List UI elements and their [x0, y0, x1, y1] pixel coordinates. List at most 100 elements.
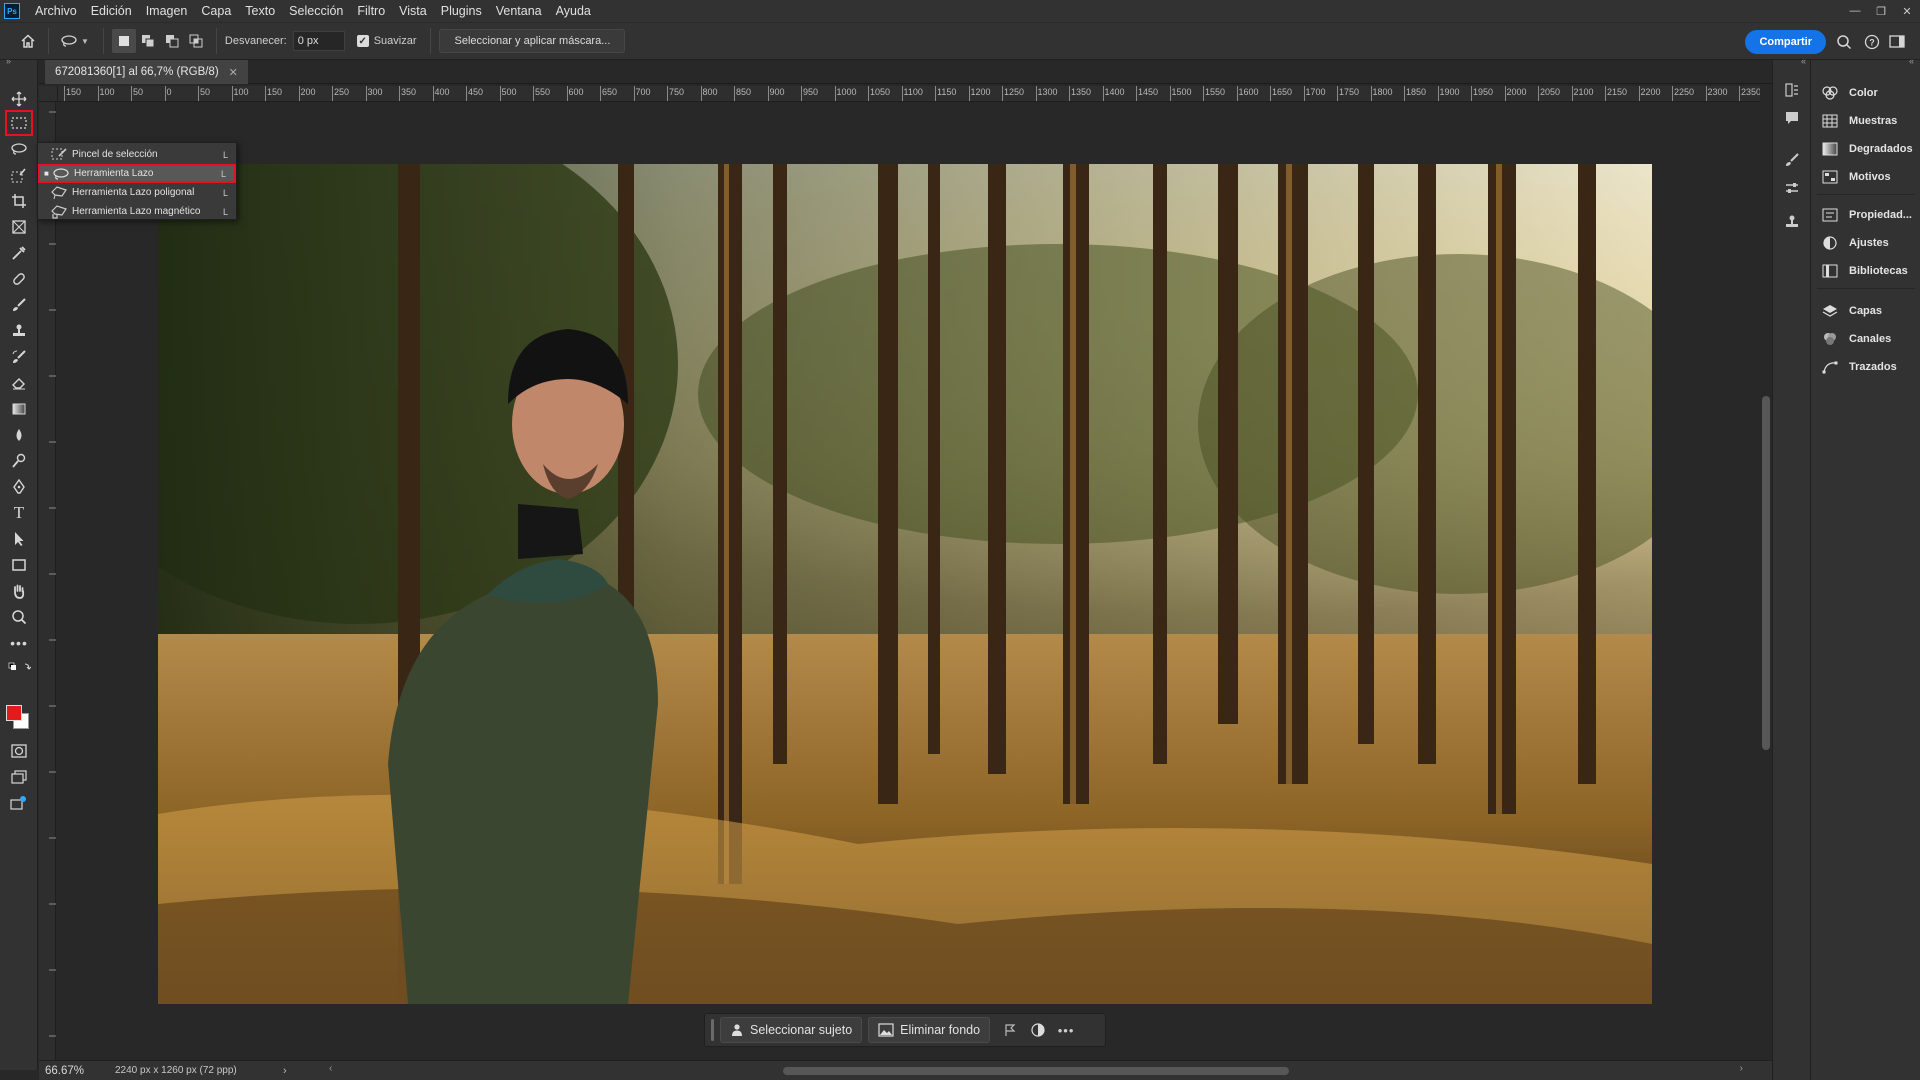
help-icon[interactable]: ?	[1862, 32, 1882, 52]
menu-vista[interactable]: Vista	[392, 0, 434, 22]
subtract-from-selection-icon[interactable]	[160, 29, 184, 53]
select-subject-button[interactable]: Seleccionar sujeto	[720, 1017, 863, 1043]
ruler-label: 50	[200, 87, 211, 97]
brush-tool-icon[interactable]	[7, 294, 31, 316]
panel-swatches[interactable]: Muestras	[1821, 111, 1897, 131]
flyout-item-magnetic-lasso[interactable]: Herramienta Lazo magnético L	[38, 202, 236, 221]
screen-mode-icon[interactable]	[7, 766, 31, 788]
menu-archivo[interactable]: Archivo	[28, 0, 84, 22]
feather-input[interactable]	[292, 31, 345, 51]
zoom-level[interactable]: 66.67%	[39, 1065, 101, 1077]
pin-taskbar-icon[interactable]	[996, 1017, 1024, 1043]
menu-capa[interactable]: Capa	[194, 0, 238, 22]
menu-plugins[interactable]: Plugins	[434, 0, 489, 22]
zoom-tool-icon[interactable]	[7, 606, 31, 628]
flyout-item-polygonal-lasso[interactable]: Herramienta Lazo poligonal L	[38, 183, 236, 202]
horizontal-scrollbar-thumb[interactable]	[783, 1067, 1289, 1075]
panel-paths[interactable]: Trazados	[1821, 357, 1897, 377]
vertical-scrollbar-thumb[interactable]	[1762, 396, 1770, 750]
default-colors-icon[interactable]	[7, 660, 31, 676]
flyout-item-lasso[interactable]: ■ Herramienta Lazo L	[38, 164, 236, 183]
menu-edicion[interactable]: Edición	[84, 0, 139, 22]
close-tab-icon[interactable]: ✕	[229, 66, 238, 79]
canvas-area[interactable]	[58, 102, 1760, 1060]
gradient-tool-icon[interactable]	[7, 398, 31, 420]
lasso-tool-preset-icon[interactable]	[57, 29, 81, 53]
document-image[interactable]	[158, 164, 1652, 1004]
quick-mask-icon[interactable]	[7, 740, 31, 762]
new-selection-icon[interactable]	[111, 29, 136, 53]
dodge-tool-icon[interactable]	[7, 450, 31, 472]
minimize-icon[interactable]: —	[1842, 0, 1868, 22]
horizontal-ruler[interactable]: 150 100 50 0 50 100 150 200 250 300 350 400 450 500 55…	[58, 86, 1760, 102]
history-brush-tool-icon[interactable]	[7, 346, 31, 368]
panel-adjustments[interactable]: Ajustes	[1821, 233, 1889, 253]
lasso-tool-icon[interactable]	[7, 138, 31, 160]
menu-filtro[interactable]: Filtro	[350, 0, 392, 22]
menu-ventana[interactable]: Ventana	[489, 0, 549, 22]
tool-presets-icon[interactable]	[1782, 178, 1802, 198]
menu-texto[interactable]: Texto	[238, 0, 282, 22]
collapse-toolbar-icon[interactable]: »	[6, 56, 11, 66]
eraser-tool-icon[interactable]	[7, 372, 31, 394]
eyedropper-tool-icon[interactable]	[7, 242, 31, 264]
menu-imagen[interactable]: Imagen	[139, 0, 195, 22]
antialias-checkbox[interactable]: ✓	[356, 35, 369, 47]
move-tool-icon[interactable]	[7, 88, 31, 110]
search-icon[interactable]	[1834, 32, 1854, 52]
object-selection-tool-icon[interactable]	[7, 164, 31, 186]
chevron-right-icon[interactable]: ›	[283, 1065, 287, 1077]
panel-libraries[interactable]: Bibliotecas	[1821, 261, 1908, 281]
panel-patterns[interactable]: Motivos	[1821, 167, 1891, 187]
panel-color[interactable]: Color	[1821, 83, 1878, 103]
blur-tool-icon[interactable]	[7, 424, 31, 446]
intersect-selection-icon[interactable]	[184, 29, 208, 53]
document-tab[interactable]: 672081360[1] al 66,7% (RGB/8) ✕	[45, 60, 248, 84]
type-tool-icon[interactable]: T	[7, 502, 31, 524]
frame-tool-icon[interactable]	[7, 216, 31, 238]
path-selection-tool-icon[interactable]	[7, 528, 31, 550]
panel-properties[interactable]: Propiedad...	[1821, 205, 1912, 225]
restore-icon[interactable]: ❐	[1868, 0, 1894, 22]
home-icon[interactable]	[16, 29, 40, 53]
ruler-origin[interactable]	[39, 86, 58, 102]
horizontal-scrollbar[interactable]: ‹ ›	[329, 1063, 1743, 1076]
rectangle-tool-icon[interactable]	[7, 554, 31, 576]
close-icon[interactable]: ✕	[1894, 0, 1920, 22]
add-to-selection-icon[interactable]	[136, 29, 160, 53]
marquee-tool-icon[interactable]	[5, 110, 33, 136]
pen-tool-icon[interactable]	[7, 476, 31, 498]
hand-tool-icon[interactable]	[7, 580, 31, 602]
stamp-tool-icon[interactable]	[7, 320, 31, 342]
more-options-icon[interactable]: •••	[1052, 1017, 1080, 1043]
scroll-left-icon[interactable]: ‹	[329, 1063, 332, 1074]
panel-gradients[interactable]: Degradados	[1821, 139, 1913, 159]
vertical-scrollbar[interactable]	[1760, 102, 1772, 1060]
select-and-mask-button[interactable]: Seleccionar y aplicar máscara...	[439, 29, 626, 53]
share-button[interactable]: Compartir	[1745, 30, 1826, 54]
foreground-color-swatch[interactable]	[6, 705, 22, 721]
vertical-ruler[interactable]	[39, 102, 56, 1060]
flyout-item-selection-brush[interactable]: Pincel de selección L	[38, 145, 236, 164]
ruler-tick	[1069, 86, 1070, 101]
more-tools-icon[interactable]: •••	[7, 632, 31, 654]
clone-source-icon[interactable]	[1782, 212, 1802, 232]
adjustment-icon[interactable]	[1024, 1017, 1052, 1043]
share-artboard-icon[interactable]	[7, 792, 31, 814]
drag-handle[interactable]	[711, 1019, 714, 1041]
menu-ayuda[interactable]: Ayuda	[549, 0, 598, 22]
panel-channels[interactable]: Canales	[1821, 329, 1891, 349]
panel-layers[interactable]: Capas	[1821, 301, 1882, 321]
crop-tool-icon[interactable]	[7, 190, 31, 212]
collapse-icon[interactable]: «	[1801, 56, 1806, 66]
collapse-panels-icon[interactable]: «	[1909, 56, 1914, 66]
chevron-down-icon[interactable]: ▼	[81, 37, 89, 46]
comments-panel-icon[interactable]	[1782, 108, 1802, 128]
remove-background-button[interactable]: Eliminar fondo	[868, 1017, 991, 1043]
workspace-icon[interactable]	[1888, 32, 1908, 52]
history-panel-icon[interactable]	[1782, 80, 1802, 100]
scroll-right-icon[interactable]: ›	[1740, 1063, 1743, 1074]
menu-seleccion[interactable]: Selección	[282, 0, 350, 22]
healing-brush-tool-icon[interactable]	[7, 268, 31, 290]
brush-settings-icon[interactable]	[1782, 150, 1802, 170]
